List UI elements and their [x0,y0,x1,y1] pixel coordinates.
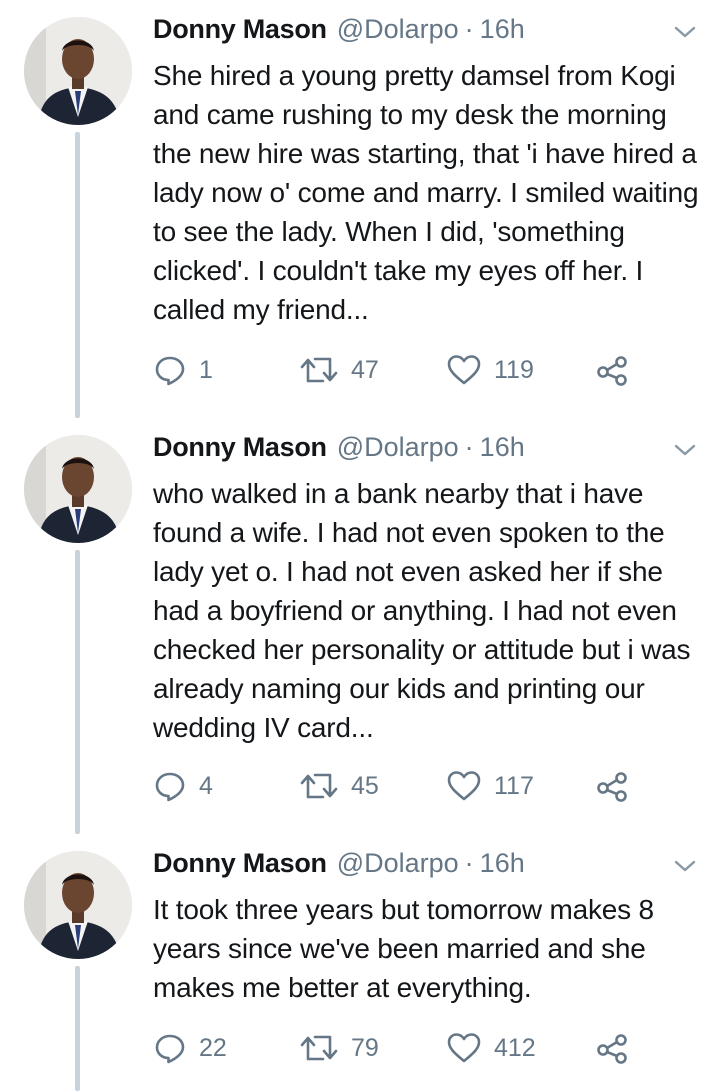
like-count: 117 [494,771,534,800]
separator-dot: · [464,848,474,878]
reply-count: 22 [199,1033,227,1062]
like-count: 412 [494,1033,536,1062]
avatar-photo [24,17,132,125]
thread-connector-line [75,132,80,418]
chevron-down-icon[interactable] [672,440,698,460]
tweet-text: who walked in a bank nearby that i have … [153,478,691,743]
reply-icon [155,356,185,386]
tweet[interactable]: Donny Mason @Dolarpo · 16h She hired a y… [0,0,720,418]
retweet-button[interactable]: 47 [299,350,379,390]
share-button[interactable] [596,1028,630,1068]
reply-button[interactable]: 22 [153,1028,227,1068]
like-count: 119 [494,355,534,384]
reply-button[interactable]: 4 [153,766,213,806]
heart-icon [447,355,481,385]
tweet-header: Donny Mason @Dolarpo · 16h [153,432,525,468]
avatar[interactable] [24,851,132,959]
author-handle[interactable]: @Dolarpo [337,14,459,45]
heart-icon [447,1033,481,1063]
share-icon [597,1034,627,1064]
heart-icon [447,771,481,801]
chevron-down-icon[interactable] [672,856,698,876]
author-handle[interactable]: @Dolarpo [337,432,459,463]
thread-connector-line [75,966,80,1091]
retweet-button[interactable]: 79 [299,1028,379,1068]
share-icon [597,356,627,386]
tweet-actions: 4 45 117 [153,766,653,806]
reply-icon [155,772,185,802]
retweet-icon [300,357,338,383]
author-name[interactable]: Donny Mason [153,848,327,879]
reply-icon [155,1034,185,1064]
separator-dot: · [464,14,474,44]
like-button[interactable]: 412 [446,1028,536,1068]
share-button[interactable] [596,350,630,390]
tweet[interactable]: Donny Mason @Dolarpo · 16h who walked in… [0,418,720,834]
timestamp[interactable]: 16h [480,14,525,45]
tweet-header: Donny Mason @Dolarpo · 16h [153,14,525,50]
avatar[interactable] [24,17,132,125]
author-handle[interactable]: @Dolarpo [337,848,459,879]
retweet-count: 47 [351,355,379,384]
retweet-icon [300,773,338,799]
tweet-header: Donny Mason @Dolarpo · 16h [153,848,525,884]
reply-count: 4 [199,771,213,800]
timestamp[interactable]: 16h [480,848,525,879]
tweet-text: She hired a young pretty damsel from Kog… [153,60,699,325]
retweet-count: 79 [351,1033,379,1062]
share-icon [597,772,627,802]
retweet-button[interactable]: 45 [299,766,379,806]
tweet-text: It took three years but tomorrow makes 8… [153,894,654,1003]
share-button[interactable] [596,766,630,806]
retweet-icon [300,1035,338,1061]
like-button[interactable]: 117 [446,766,534,806]
reply-count: 1 [199,355,213,384]
author-name[interactable]: Donny Mason [153,432,327,463]
tweet[interactable]: Donny Mason @Dolarpo · 16h It took three… [0,834,720,1091]
avatar-photo [24,435,132,543]
avatar[interactable] [24,435,132,543]
author-name[interactable]: Donny Mason [153,14,327,45]
thread-connector-line [75,550,80,834]
tweet-actions: 22 79 412 [153,1028,653,1068]
like-button[interactable]: 119 [446,350,534,390]
tweet-thread: Donny Mason @Dolarpo · 16h She hired a y… [0,0,720,1091]
chevron-down-icon[interactable] [672,22,698,42]
tweet-actions: 1 47 119 [153,350,653,390]
avatar-photo [24,851,132,959]
separator-dot: · [464,432,474,462]
retweet-count: 45 [351,771,379,800]
timestamp[interactable]: 16h [480,432,525,463]
reply-button[interactable]: 1 [153,350,213,390]
